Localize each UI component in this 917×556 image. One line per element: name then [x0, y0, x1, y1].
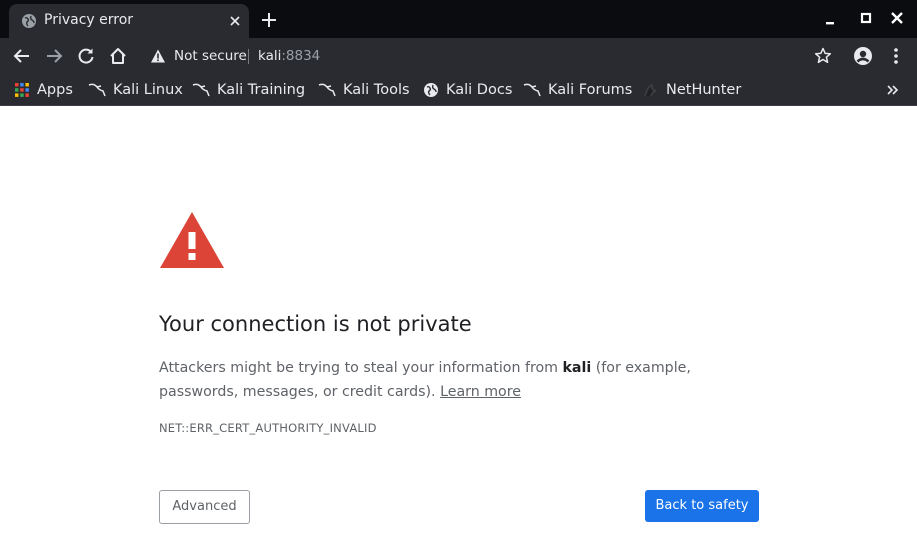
forward-arrow-icon[interactable]: [44, 46, 64, 66]
bookmark-kali-forums[interactable]: Kali Forums: [523, 79, 632, 101]
page-content: Your connection is not private Attackers…: [0, 106, 917, 556]
new-tab-icon[interactable]: [260, 11, 278, 29]
tab-privacy-error[interactable]: Privacy error: [9, 4, 249, 38]
back-to-safety-button[interactable]: Back to safety: [645, 490, 759, 522]
bookmark-kali-docs[interactable]: Kali Docs: [423, 79, 512, 101]
bookmark-nethunter[interactable]: NetHunter: [643, 79, 741, 101]
page-title: Your connection is not private: [159, 312, 472, 336]
kali-dragon-icon: [318, 83, 336, 97]
bookmark-star-icon[interactable]: [813, 46, 833, 66]
toolbar: Not secure kali:8834: [0, 38, 917, 74]
url-text[interactable]: kali:8834: [258, 47, 320, 65]
maximize-icon[interactable]: [858, 10, 874, 26]
url-port: :8834: [281, 48, 321, 64]
bookmark-apps[interactable]: Apps: [14, 79, 73, 101]
close-tab-icon[interactable]: [227, 13, 243, 29]
warning-triangle-icon: [160, 212, 224, 268]
bookmark-label: Kali Forums: [548, 82, 633, 98]
description-text: Attackers might be trying to steal your …: [159, 360, 563, 376]
learn-more-link[interactable]: Learn more: [440, 384, 521, 400]
bookmark-kali-linux[interactable]: Kali Linux: [88, 79, 183, 101]
apps-grid-icon: [15, 83, 29, 97]
reload-icon[interactable]: [76, 46, 96, 66]
security-status[interactable]: Not secure: [174, 47, 247, 65]
title-bar: Privacy error: [0, 0, 917, 38]
kali-dragon-icon: [523, 83, 541, 97]
bookmark-label: Kali Training: [217, 82, 306, 98]
close-window-icon[interactable]: [889, 10, 905, 26]
url-host: kali: [258, 48, 282, 64]
bookmarks-bar: Apps Kali Linux Kali Training Kali Tools…: [0, 74, 917, 106]
bookmark-kali-tools[interactable]: Kali Tools: [318, 79, 410, 101]
bookmark-label: Kali Linux: [113, 82, 183, 98]
nethunter-icon: [644, 83, 657, 97]
advanced-button[interactable]: Advanced: [159, 490, 250, 524]
menu-kebab-icon[interactable]: [886, 46, 906, 66]
kali-dragon-icon: [88, 83, 106, 97]
minimize-icon[interactable]: [823, 10, 839, 26]
bookmark-label: NetHunter: [666, 82, 742, 98]
globe-icon: [22, 14, 36, 28]
bookmark-label: Kali Docs: [446, 82, 513, 98]
error-code: NET::ERR_CERT_AUTHORITY_INVALID: [159, 421, 377, 435]
globe-icon: [424, 83, 438, 97]
bookmark-kali-training[interactable]: Kali Training: [192, 79, 305, 101]
warning-triangle-icon[interactable]: [150, 48, 166, 64]
chevron-double-right-icon[interactable]: [886, 83, 900, 97]
address-bar[interactable]: Not secure kali:8834: [140, 42, 846, 70]
home-icon[interactable]: [108, 46, 128, 66]
back-arrow-icon[interactable]: [12, 46, 32, 66]
profile-avatar-icon[interactable]: [853, 46, 873, 66]
omnibox-divider: [248, 49, 249, 64]
tab-title: Privacy error: [44, 12, 134, 28]
error-description: Attackers might be trying to steal your …: [159, 356, 759, 404]
description-host: kali: [562, 360, 592, 376]
kali-dragon-icon: [192, 83, 210, 97]
bookmark-label: Kali Tools: [343, 82, 410, 98]
bookmark-label: Apps: [37, 82, 73, 98]
